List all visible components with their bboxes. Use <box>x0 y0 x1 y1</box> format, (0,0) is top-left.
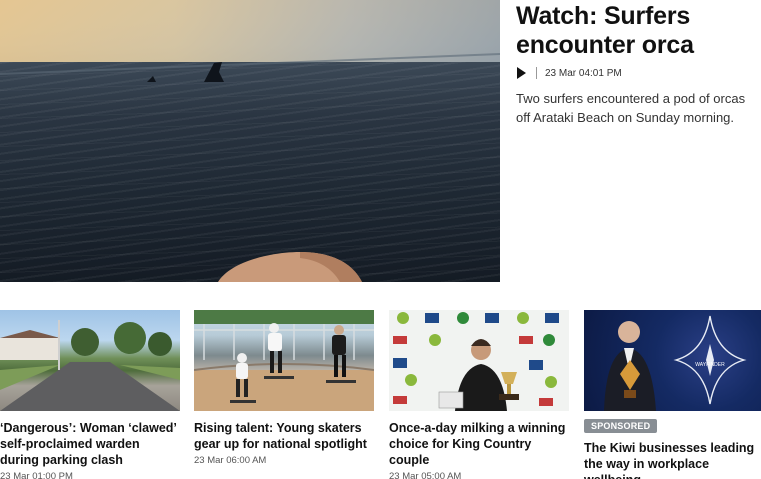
story-thumbnail[interactable] <box>0 310 180 411</box>
story-card-milking[interactable]: Once-a-day milking a winning choice for … <box>389 310 569 479</box>
story-thumbnail[interactable] <box>194 310 374 411</box>
hero-headline[interactable]: Watch: Surfers encounter orca <box>516 2 756 60</box>
story-card-skaters[interactable]: Rising talent: Young skaters gear up for… <box>194 310 374 466</box>
story-card-sponsored[interactable]: WAYFINDER SPONSORED The Kiwi businesses … <box>584 310 761 479</box>
story-headline[interactable]: The Kiwi businesses leading the way in w… <box>584 440 761 479</box>
story-thumbnail[interactable] <box>389 310 569 411</box>
hero-scene <box>0 53 500 282</box>
story-date: 23 Mar 06:00 AM <box>194 455 267 466</box>
hero-text: Watch: Surfers encounter orca 23 Mar 04:… <box>516 2 756 127</box>
orca-fin-small <box>147 76 156 82</box>
meta-divider <box>536 67 537 79</box>
story-headline[interactable]: Rising talent: Young skaters gear up for… <box>194 420 374 452</box>
story-date: 23 Mar 01:00 PM <box>0 471 73 479</box>
hero-date: 23 Mar 04:01 PM <box>545 67 622 79</box>
story-date: 23 Mar 05:00 AM <box>389 471 462 479</box>
story-headline[interactable]: Once-a-day milking a winning choice for … <box>389 420 569 468</box>
hero-description: Two surfers encountered a pod of orcas o… <box>516 91 746 125</box>
play-icon[interactable] <box>516 66 530 80</box>
sponsored-badge: SPONSORED <box>584 419 658 433</box>
hero-image[interactable] <box>0 0 500 282</box>
wayfinder-logo-text: WAYFINDER <box>695 362 725 368</box>
hero-meta: 23 Mar 04:01 PM <box>516 66 756 80</box>
story-headline[interactable]: ‘Dangerous’: Woman ‘clawed’ self-proclai… <box>0 420 180 468</box>
story-thumbnail[interactable]: WAYFINDER <box>584 310 761 411</box>
story-card-parking[interactable]: ‘Dangerous’: Woman ‘clawed’ self-proclai… <box>0 310 180 479</box>
